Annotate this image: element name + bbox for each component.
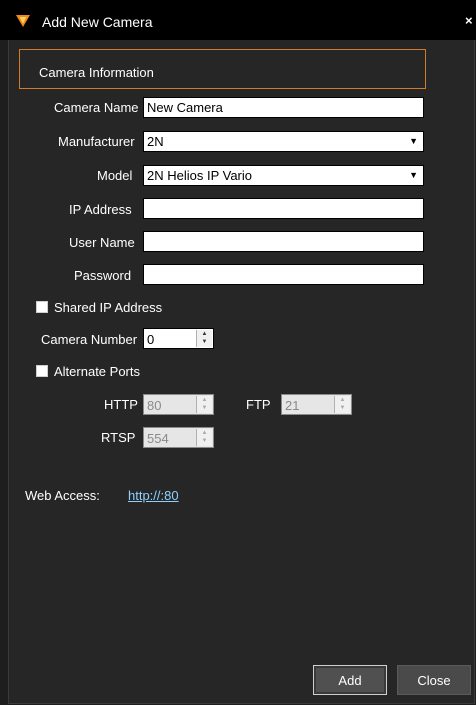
web-access-label: Web Access: — [25, 488, 100, 503]
password-label: Password — [74, 268, 132, 283]
camera-information-section: Camera Information — [19, 49, 426, 89]
stepper-buttons: ▲ ▼ — [334, 396, 350, 413]
stepper-down-icon[interactable]: ▼ — [197, 338, 212, 346]
title-bar: Add New Camera × — [0, 0, 476, 40]
ip-address-input[interactable] — [143, 198, 424, 219]
shared-ip-checkbox[interactable] — [36, 301, 48, 313]
shared-ip-label: Shared IP Address — [54, 300, 163, 315]
web-access-link[interactable]: http://:80 — [128, 488, 179, 503]
stepper-up-icon: ▲ — [339, 397, 346, 403]
manufacturer-label: Manufacturer — [58, 134, 135, 149]
app-logo-icon — [16, 15, 30, 27]
camera-number-stepper[interactable]: 0 ▲ ▼ — [143, 328, 214, 349]
stepper-buttons: ▲ ▼ — [196, 396, 212, 413]
user-name-label: User Name — [69, 235, 135, 250]
ftp-port-stepper[interactable]: 21 ▲ ▼ — [281, 394, 352, 415]
stepper-up-icon: ▲ — [201, 397, 208, 403]
rtsp-label: RTSP — [101, 430, 136, 445]
manufacturer-value: 2N — [147, 134, 164, 149]
window-title: Add New Camera — [42, 14, 153, 30]
stepper-down-icon: ▼ — [201, 405, 208, 411]
add-button[interactable]: Add — [313, 665, 387, 695]
ftp-port-value: 21 — [285, 398, 300, 413]
ip-address-label: IP Address — [69, 202, 132, 217]
alternate-ports-checkbox[interactable] — [36, 365, 48, 377]
chevron-down-icon: ▼ — [409, 170, 418, 180]
model-select[interactable]: 2N Helios IP Vario ▼ — [143, 165, 424, 186]
ftp-label: FTP — [246, 397, 271, 412]
manufacturer-select[interactable]: 2N ▼ — [143, 131, 424, 152]
http-port-stepper[interactable]: 80 ▲ ▼ — [143, 394, 214, 415]
camera-number-value: 0 — [147, 332, 155, 347]
http-port-value: 80 — [147, 398, 162, 413]
stepper-down-icon: ▼ — [201, 438, 208, 444]
section-title: Camera Information — [39, 65, 154, 80]
http-label: HTTP — [104, 397, 138, 412]
alternate-ports-label: Alternate Ports — [54, 364, 140, 379]
rtsp-port-stepper[interactable]: 554 ▲ ▼ — [143, 427, 214, 448]
camera-name-label: Camera Name — [54, 100, 139, 115]
close-icon[interactable]: × — [465, 13, 473, 28]
rtsp-port-value: 554 — [147, 431, 169, 446]
chevron-down-icon: ▼ — [409, 136, 418, 146]
camera-number-label: Camera Number — [41, 332, 138, 347]
stepper-buttons[interactable]: ▲ ▼ — [196, 330, 212, 347]
password-input[interactable] — [143, 264, 424, 285]
model-label: Model — [97, 168, 133, 183]
model-value: 2N Helios IP Vario — [147, 168, 253, 183]
stepper-up-icon[interactable]: ▲ — [197, 330, 212, 338]
user-name-input[interactable] — [143, 231, 424, 252]
stepper-down-icon: ▼ — [339, 405, 346, 411]
stepper-up-icon: ▲ — [201, 430, 208, 436]
close-button[interactable]: Close — [397, 665, 471, 695]
stepper-buttons: ▲ ▼ — [196, 429, 212, 446]
camera-name-input[interactable] — [143, 97, 424, 118]
